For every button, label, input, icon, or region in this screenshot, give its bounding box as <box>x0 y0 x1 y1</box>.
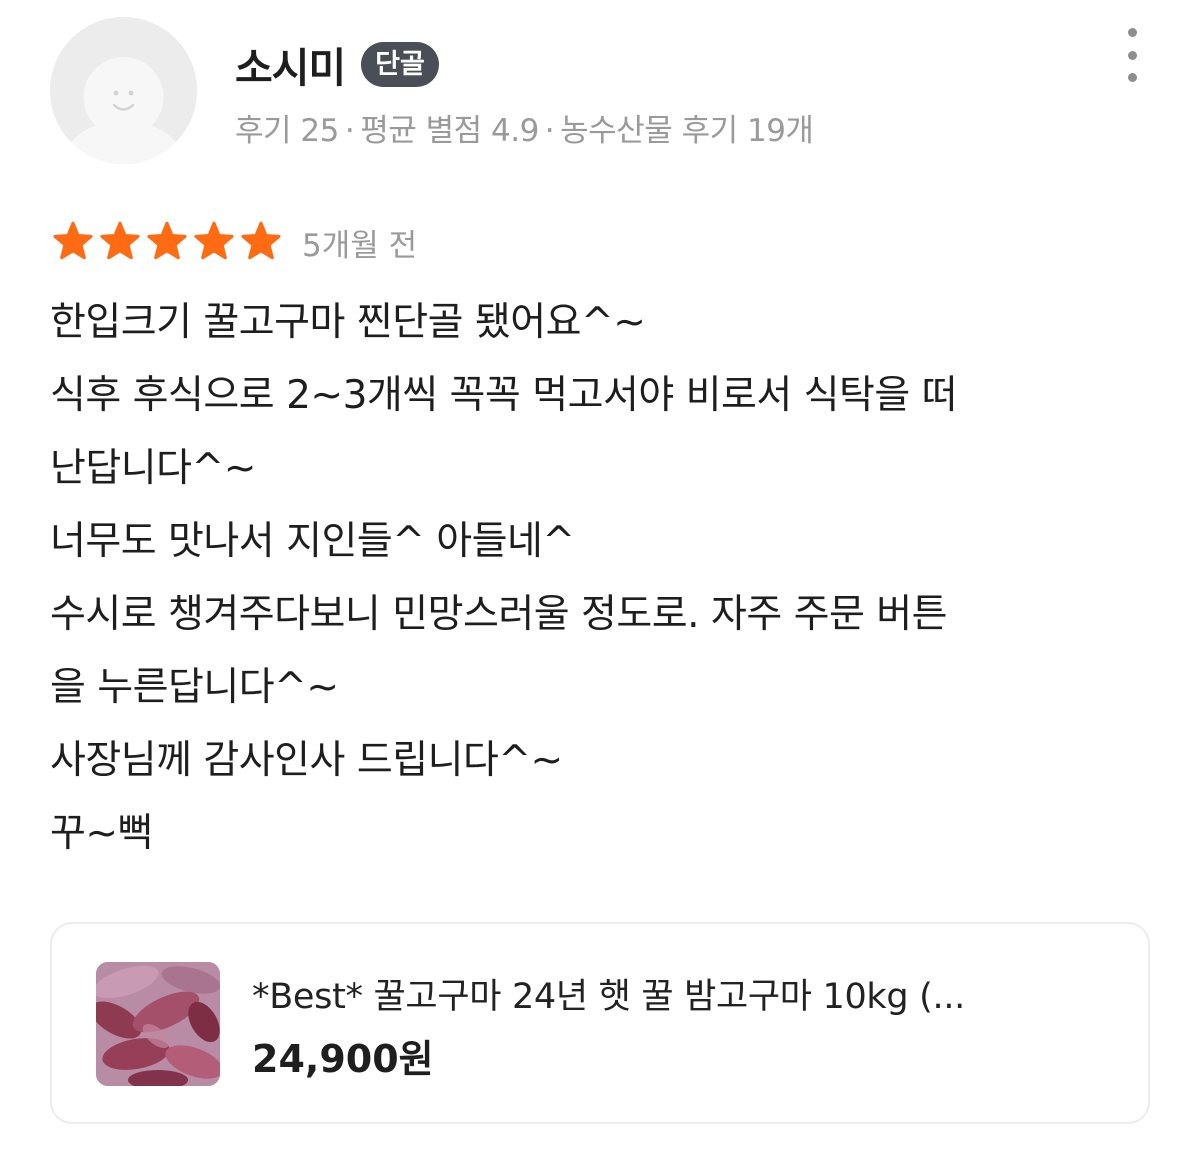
review-card: 소시미 단골 후기 25 · 평균 별점 4.9 · 농수산물 후기 19개 5개월 전… <box>0 0 1200 1153</box>
review-line: 사장님께 감사인사 드립니다^~ <box>50 738 563 783</box>
user-name-row: 소시미 단골 <box>235 34 439 94</box>
sweet-potato-image <box>96 962 220 1086</box>
review-line: 한입크기 꿀고구마 찐단골 됐어요^~ <box>50 300 646 345</box>
review-text: 한입크기 꿀고구마 찐단골 됐어요^~ 식후 후식으로 2~3개씩 꼭꼭 먹고서… <box>50 286 1150 870</box>
product-card[interactable]: *Best* 꿀고구마 24년 햇 꿀 밤고구마 10kg (... 24,90… <box>50 922 1150 1124</box>
more-dot <box>1127 50 1137 60</box>
review-line: 꾸~뻑 <box>50 811 153 856</box>
star-icon <box>53 221 93 260</box>
product-name: *Best* 꿀고구마 24년 햇 꿀 밤고구마 10kg (... <box>252 977 965 1017</box>
user-name[interactable]: 소시미 <box>235 34 346 94</box>
review-date: 5개월 전 <box>302 227 418 264</box>
meta-separator: · <box>344 113 355 149</box>
more-vertical-icon[interactable] <box>1110 22 1154 88</box>
category-review-count: 농수산물 후기 19개 <box>560 113 814 149</box>
more-dot <box>1127 73 1137 82</box>
star-icon <box>194 221 234 260</box>
rating-row: 5개월 전 <box>50 218 417 266</box>
star-icon <box>147 221 187 260</box>
user-avatar[interactable] <box>50 17 197 164</box>
star-icon <box>241 221 281 260</box>
review-line: 을 누른답니다^~ <box>50 665 339 710</box>
product-price: 24,900원 <box>252 1037 434 1081</box>
star-rating <box>50 219 284 265</box>
review-line: 식후 후식으로 2~3개씩 꼭꼭 먹고서야 비로서 식탁을 떠 <box>50 373 958 418</box>
more-dot <box>1127 28 1137 37</box>
star-icon <box>100 221 140 260</box>
default-avatar-icon <box>50 17 197 164</box>
review-line: 수시로 챙겨주다보니 민망스러울 정도로. 자주 주문 버튼 <box>50 592 948 637</box>
meta-separator: · <box>544 113 555 149</box>
review-line: 난답니다^~ <box>50 446 256 491</box>
product-thumbnail <box>96 962 220 1086</box>
review-line: 너무도 맛나서 지인들^ 아들네^ <box>50 519 575 564</box>
average-rating: 평균 별점 4.9 <box>360 113 539 149</box>
user-stats: 후기 25 · 평균 별점 4.9 · 농수산물 후기 19개 <box>235 105 814 150</box>
regular-customer-badge: 단골 <box>361 41 439 87</box>
review-count: 후기 25 <box>235 113 339 149</box>
